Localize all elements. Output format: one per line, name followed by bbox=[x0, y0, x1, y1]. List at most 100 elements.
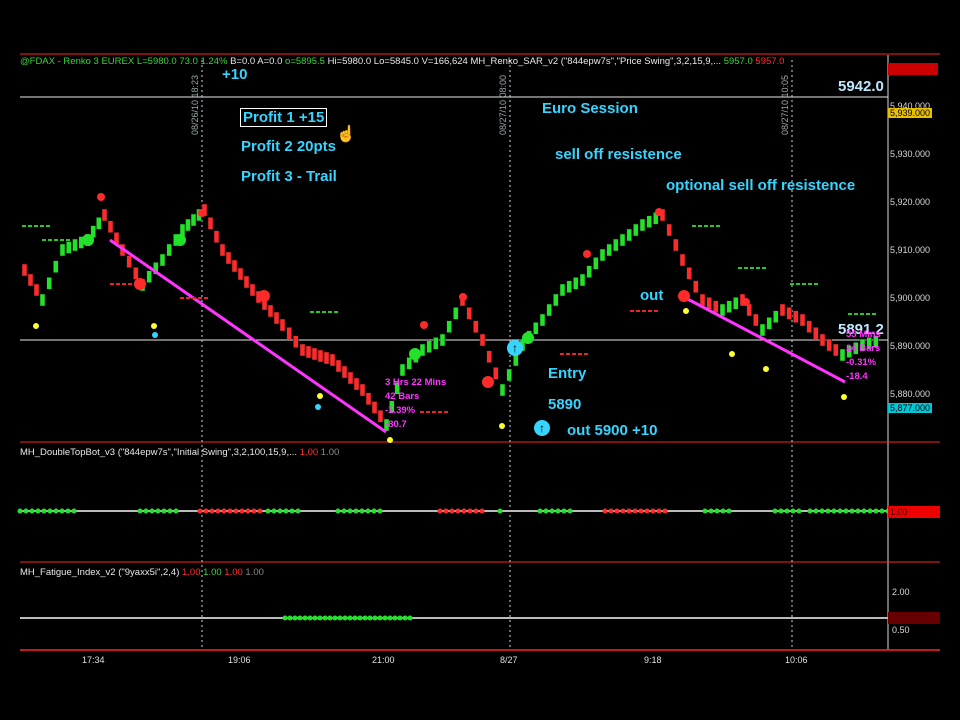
panel2-dot bbox=[17, 508, 23, 514]
renko-brick-down bbox=[225, 251, 232, 265]
panel2-dot bbox=[377, 508, 383, 514]
renko-brick-up bbox=[506, 368, 512, 382]
renko-brick-up bbox=[166, 243, 172, 257]
renko-brick-down bbox=[799, 313, 806, 327]
renko-brick-down bbox=[341, 365, 348, 379]
panel2-dot bbox=[295, 508, 301, 514]
low-price: Lo=5845.0 bbox=[373, 56, 419, 67]
renko-brick-down bbox=[365, 392, 372, 405]
renko-brick-down bbox=[213, 230, 220, 243]
panel2-dot bbox=[543, 508, 549, 514]
panel2-dot bbox=[233, 508, 239, 514]
panel2-dot bbox=[443, 508, 449, 514]
panel2-dot bbox=[843, 508, 849, 514]
renko-brick-down bbox=[21, 263, 28, 277]
panel2-dot bbox=[602, 508, 608, 514]
panel2-dot bbox=[708, 508, 714, 514]
renko-brick-down bbox=[347, 371, 354, 385]
swing-dot bbox=[387, 437, 393, 443]
panel3-dot bbox=[292, 615, 298, 621]
renko-brick-down bbox=[753, 313, 759, 327]
panel2-dot bbox=[221, 508, 227, 514]
entry-note: Entry bbox=[548, 365, 587, 382]
panel2-dot bbox=[778, 508, 784, 514]
swing-dot bbox=[151, 323, 157, 329]
panel2-dot bbox=[644, 508, 650, 514]
panel2-dot bbox=[879, 508, 885, 514]
panel2-dot bbox=[289, 508, 295, 514]
panel3-dot bbox=[322, 615, 328, 621]
net-change: 73.0 bbox=[179, 56, 198, 67]
price-tag-top: 5,939.000 bbox=[888, 108, 933, 118]
panel2-dot bbox=[143, 508, 149, 514]
panel2-dot bbox=[790, 508, 796, 514]
renko-brick-down bbox=[673, 238, 679, 252]
renko-brick-down bbox=[786, 307, 792, 320]
panel2-dot bbox=[47, 508, 53, 514]
renko-brick-up bbox=[773, 310, 779, 323]
renko-brick-down bbox=[33, 283, 40, 297]
swing-dot bbox=[33, 323, 39, 329]
swing-dot bbox=[499, 423, 505, 429]
panel2-dot bbox=[197, 508, 203, 514]
renko-brick-up bbox=[433, 337, 439, 350]
panel2-indicator: MH_DoubleTopBot_v3 ("844epw7s","Initial … bbox=[20, 447, 298, 458]
panel3-dot bbox=[392, 615, 398, 621]
swing-dot bbox=[655, 208, 663, 216]
panel2-dot bbox=[335, 508, 341, 514]
swing-dot bbox=[482, 376, 494, 388]
swing-line-left bbox=[109, 238, 387, 434]
panel2-dot bbox=[29, 508, 35, 514]
renko-brick-down bbox=[779, 303, 786, 317]
euro-session-note: Euro Session bbox=[542, 100, 638, 117]
panel3-dot bbox=[287, 615, 293, 621]
panel2-dot bbox=[537, 508, 543, 514]
time-tick: 17:34 bbox=[82, 655, 105, 665]
time-tick: 10:06 bbox=[785, 655, 808, 665]
panel2-dot bbox=[455, 508, 461, 514]
swing-right-pts: -18.4 bbox=[846, 371, 868, 382]
renko-brick-down bbox=[317, 349, 324, 363]
vline-label-1: 08/26/10 18:23 bbox=[190, 74, 200, 135]
renko-brick-up bbox=[46, 277, 52, 290]
swing-dot bbox=[459, 293, 467, 301]
panel2-dot bbox=[807, 508, 813, 514]
out-note: out bbox=[640, 287, 664, 304]
last-price: L=5980.0 bbox=[136, 56, 177, 67]
swing-dot bbox=[742, 298, 750, 306]
renko-brick-down bbox=[706, 297, 712, 310]
renko-brick-down bbox=[273, 311, 280, 325]
renko-brick-up bbox=[53, 260, 59, 273]
panel2-value-1: 1.00 bbox=[299, 447, 319, 458]
profit-1-note[interactable]: Profit 1 +15 bbox=[240, 108, 328, 127]
swing-dot bbox=[97, 193, 105, 201]
open-price: o=5895.5 bbox=[285, 56, 325, 67]
renko-brick-up bbox=[539, 313, 546, 327]
renko-brick-down bbox=[107, 220, 114, 233]
panel2-dot bbox=[620, 508, 626, 514]
swing-dot bbox=[678, 290, 690, 302]
panel3-dot bbox=[347, 615, 353, 621]
panel3-indicator: MH_Fatigue_Index_v2 ("9yaxx5i",2,4) bbox=[20, 567, 180, 578]
renko-brick-down bbox=[305, 345, 312, 359]
optional-selloff-note: optional sell off resistence bbox=[666, 177, 856, 194]
panel2-dot bbox=[726, 508, 732, 514]
plus-ten-note: +10 bbox=[222, 66, 248, 83]
renko-brick-up bbox=[573, 277, 579, 290]
panel3-dot bbox=[282, 615, 288, 621]
price-tick: 5,920.000 bbox=[890, 197, 931, 207]
panel2-dot bbox=[155, 508, 161, 514]
panel3-value-2: 1.00 bbox=[203, 567, 222, 578]
panel2-dot bbox=[149, 508, 155, 514]
renko-brick-down bbox=[311, 347, 318, 361]
panel2-dot bbox=[271, 508, 277, 514]
renko-brick-down bbox=[353, 377, 360, 391]
renko-brick-up bbox=[726, 300, 732, 313]
panel2-dot bbox=[714, 508, 720, 514]
renko-brick-up bbox=[586, 265, 592, 278]
panel3-dot bbox=[342, 615, 348, 621]
chart-canvas[interactable] bbox=[0, 0, 960, 720]
panel2-dot bbox=[796, 508, 802, 514]
panel2-dot bbox=[638, 508, 644, 514]
panel3-dot bbox=[297, 615, 303, 621]
